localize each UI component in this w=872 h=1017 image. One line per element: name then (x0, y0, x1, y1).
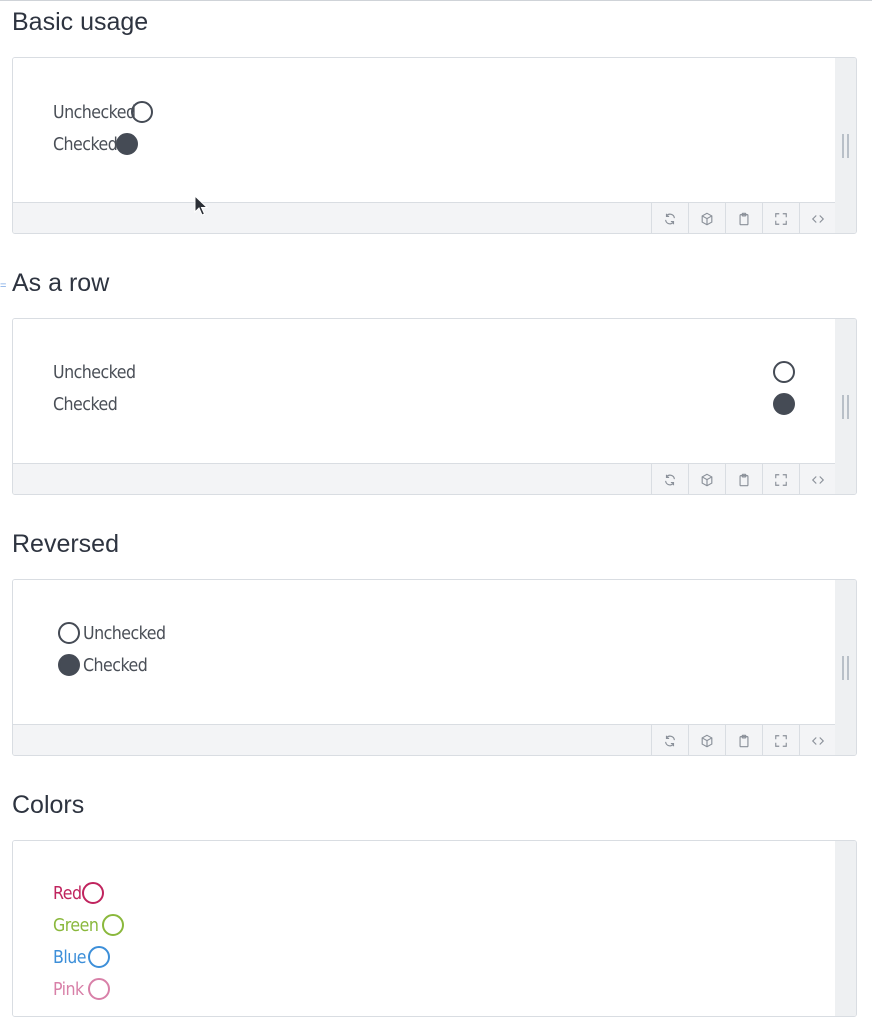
demo-toolbar (13, 463, 837, 494)
radio-option-checked[interactable]: Checked (53, 130, 138, 158)
radio-label: Checked (83, 654, 148, 676)
radio-option-checked[interactable]: Checked (58, 651, 156, 679)
radio-button-blue[interactable] (88, 946, 110, 968)
refresh-icon[interactable] (651, 203, 688, 233)
clipboard-icon[interactable] (725, 464, 762, 494)
section-basic-usage: Basic usage Unchecked Checked (12, 7, 857, 234)
radio-option-blue[interactable]: Blue (53, 943, 110, 971)
clipboard-icon[interactable] (725, 203, 762, 233)
demo-canvas: Red Green Blue Pink (13, 841, 837, 1016)
radio-button-green[interactable] (102, 914, 124, 936)
section-as-a-row: As a row Unchecked Checked (12, 268, 857, 495)
fullscreen-icon[interactable] (762, 203, 799, 233)
clipboard-icon[interactable] (725, 725, 762, 755)
section-reversed: Reversed Unchecked Checked (12, 529, 857, 756)
radio-option-unchecked[interactable]: Unchecked (53, 98, 153, 126)
radio-label: Checked (53, 133, 118, 155)
radio-button-checked[interactable] (58, 654, 80, 676)
code-icon[interactable] (799, 725, 836, 755)
radio-option-pink[interactable]: Pink (53, 975, 110, 1003)
radio-button-pink[interactable] (88, 978, 110, 1000)
demo-toolbar (13, 724, 837, 755)
cube-icon[interactable] (688, 464, 725, 494)
demo-canvas: Unchecked Checked (13, 319, 837, 463)
radio-label: Checked (53, 393, 118, 415)
radio-option-unchecked[interactable]: Unchecked (53, 358, 795, 386)
cube-icon[interactable] (688, 725, 725, 755)
demo-toolbar (13, 202, 837, 233)
demo-box: Unchecked Checked (12, 57, 857, 234)
top-divider (0, 0, 872, 1)
radio-label: Unchecked (53, 361, 136, 383)
cube-icon[interactable] (688, 203, 725, 233)
demo-box: Red Green Blue Pink (12, 840, 857, 1017)
section-title: Basic usage (12, 8, 149, 36)
resize-handle[interactable] (835, 58, 856, 233)
mouse-cursor-icon (194, 195, 208, 216)
radio-option-green[interactable]: Green (53, 911, 124, 939)
radio-button-red[interactable] (82, 882, 104, 904)
radio-button-checked[interactable] (116, 133, 138, 155)
radio-label: Pink (53, 978, 84, 1000)
fullscreen-icon[interactable] (762, 464, 799, 494)
section-colors: Colors Red Green Blue Pink (12, 790, 857, 1017)
radio-option-checked[interactable]: Checked (53, 390, 795, 418)
radio-button-unchecked[interactable] (58, 622, 80, 644)
section-title: As a row (12, 269, 110, 297)
radio-label: Green (53, 914, 99, 936)
section-title: Reversed (12, 530, 119, 558)
refresh-icon[interactable] (651, 464, 688, 494)
refresh-icon[interactable] (651, 725, 688, 755)
fullscreen-icon[interactable] (762, 725, 799, 755)
demo-canvas: Unchecked Checked (13, 58, 837, 202)
code-icon[interactable] (799, 464, 836, 494)
radio-option-unchecked[interactable]: Unchecked (58, 619, 177, 647)
anchor-link-icon[interactable]: = (0, 280, 6, 292)
radio-button-checked[interactable] (773, 393, 795, 415)
demo-box: Unchecked Checked (12, 579, 857, 756)
section-title: Colors (12, 791, 85, 819)
resize-handle[interactable] (835, 580, 856, 755)
radio-label: Unchecked (83, 622, 166, 644)
resize-handle[interactable] (835, 841, 856, 1016)
radio-option-red[interactable]: Red (53, 879, 104, 907)
radio-button-unchecked[interactable] (773, 361, 795, 383)
resize-handle[interactable] (835, 319, 856, 494)
demo-box: Unchecked Checked (12, 318, 857, 495)
radio-label: Unchecked (53, 101, 136, 123)
radio-label: Blue (53, 946, 86, 968)
radio-label: Red (53, 882, 82, 904)
demo-canvas: Unchecked Checked (13, 580, 837, 724)
code-icon[interactable] (799, 203, 836, 233)
